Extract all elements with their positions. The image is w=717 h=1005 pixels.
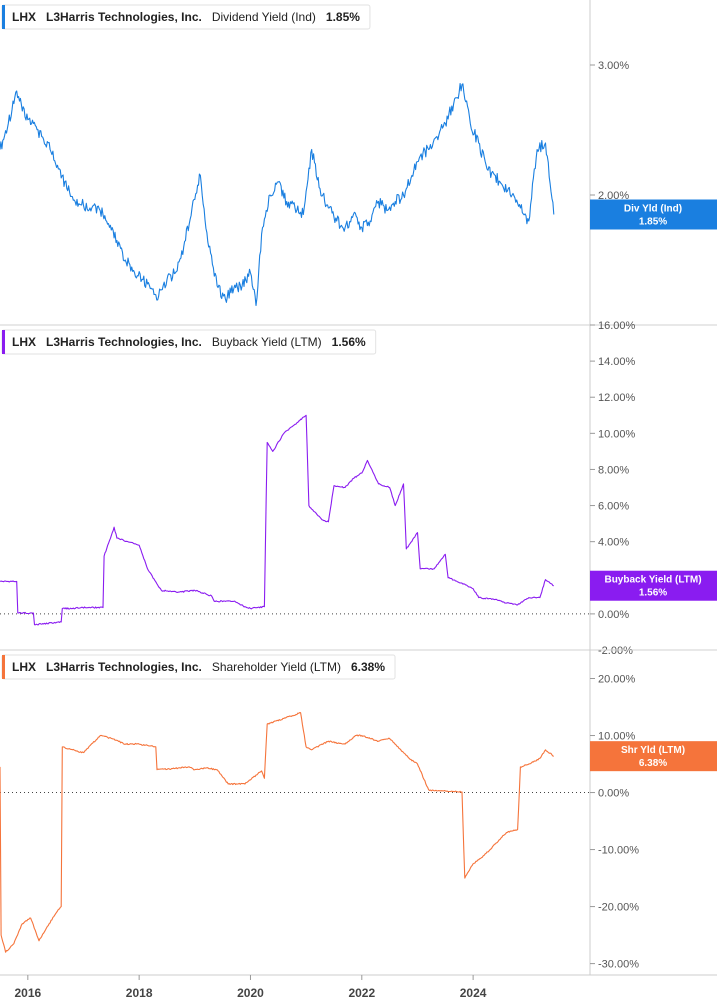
- chart-panels: 2.00%3.00%Div Yld (Ind)1.85%LHX L3Harris…: [0, 0, 717, 975]
- flag-label: Shr Yld (LTM): [621, 745, 685, 756]
- legend-ticker: LHX: [12, 335, 36, 349]
- y-tick-label: 4.00%: [598, 537, 629, 549]
- y-tick-label: -2.00%: [598, 645, 633, 657]
- legend-company: L3Harris Technologies, Inc.: [36, 10, 212, 24]
- flag-value: 1.85%: [639, 217, 667, 228]
- panel-2: -2.00%0.00%2.00%4.00%6.00%8.00%10.00%12.…: [0, 320, 717, 657]
- legend-ticker: LHX: [12, 10, 36, 24]
- y-tick-label: 10.00%: [598, 731, 636, 743]
- current-value-flag: Buyback Yield (LTM) 1.56%: [590, 570, 717, 601]
- legend-metric: Dividend Yield (Ind): [212, 10, 326, 24]
- legend-text: LHX L3Harris Technologies, Inc. Buyback …: [12, 335, 366, 349]
- legend-ticker: LHX: [12, 660, 36, 674]
- x-axis: 2016 2018 2020 2022 2024: [0, 974, 717, 1000]
- y-tick-label: 20.00%: [598, 674, 636, 686]
- x-tick-label: 2016: [14, 986, 41, 1000]
- x-tick-label: 2018: [126, 986, 153, 1000]
- legend-color-bar: [2, 330, 5, 354]
- legend: LHX L3Harris Technologies, Inc. Buyback …: [1, 329, 377, 355]
- y-tick-label: -20.00%: [598, 902, 639, 914]
- legend-text: LHX L3Harris Technologies, Inc. Dividend…: [12, 10, 360, 24]
- y-tick-label: -10.00%: [598, 845, 639, 857]
- panel-1: 2.00%3.00%Div Yld (Ind)1.85%LHX L3Harris…: [0, 0, 717, 325]
- current-value-flag: Shr Yld (LTM) 6.38%: [590, 741, 717, 772]
- flag-label: Buyback Yield (LTM): [604, 575, 701, 586]
- flag-value: 6.38%: [639, 758, 667, 769]
- current-value-flag: Div Yld (Ind) 1.85%: [590, 199, 717, 230]
- legend-company: L3Harris Technologies, Inc.: [36, 335, 212, 349]
- y-tick-label: 10.00%: [598, 428, 636, 440]
- y-tick-label: 0.00%: [598, 609, 629, 621]
- x-tick-label: 2024: [460, 986, 487, 1000]
- series-line: [0, 414, 554, 626]
- legend-value: 6.38%: [351, 660, 385, 674]
- flag-value: 1.56%: [639, 588, 667, 599]
- legend-metric: Shareholder Yield (LTM): [212, 660, 351, 674]
- y-tick-label: -30.00%: [598, 959, 639, 971]
- y-tick-label: 0.00%: [598, 788, 629, 800]
- legend-text: LHX L3Harris Technologies, Inc. Sharehol…: [12, 660, 385, 674]
- lhx-yield-chart: 2.00%3.00%Div Yld (Ind)1.85%LHX L3Harris…: [0, 0, 717, 1000]
- y-tick-label: 12.00%: [598, 392, 636, 404]
- y-tick-label: 14.00%: [598, 356, 636, 368]
- legend-value: 1.56%: [332, 335, 366, 349]
- x-tick-label: 2022: [348, 986, 375, 1000]
- x-tick-label: 2020: [237, 986, 264, 1000]
- legend-color-bar: [2, 5, 5, 29]
- series-line: [0, 82, 555, 307]
- y-tick-label: 6.00%: [598, 501, 629, 513]
- panel-3: -30.00% -20.00% -10.00% 0.00% 10.00% 20.00% Sh…: [0, 649, 717, 975]
- y-tick-label: 8.00%: [598, 464, 629, 476]
- y-tick-label: 16.00%: [598, 320, 636, 332]
- legend-company: L3Harris Technologies, Inc.: [36, 660, 212, 674]
- series-line: [0, 712, 554, 953]
- legend-value: 1.85%: [326, 10, 360, 24]
- legend-metric: Buyback Yield (LTM): [212, 335, 332, 349]
- legend-color-bar: [2, 655, 5, 679]
- flag-label: Div Yld (Ind): [624, 204, 682, 215]
- y-tick-label: 3.00%: [598, 60, 629, 72]
- legend: LHX L3Harris Technologies, Inc. Sharehol…: [1, 654, 396, 680]
- legend: LHX L3Harris Technologies, Inc. Dividend…: [1, 4, 371, 30]
